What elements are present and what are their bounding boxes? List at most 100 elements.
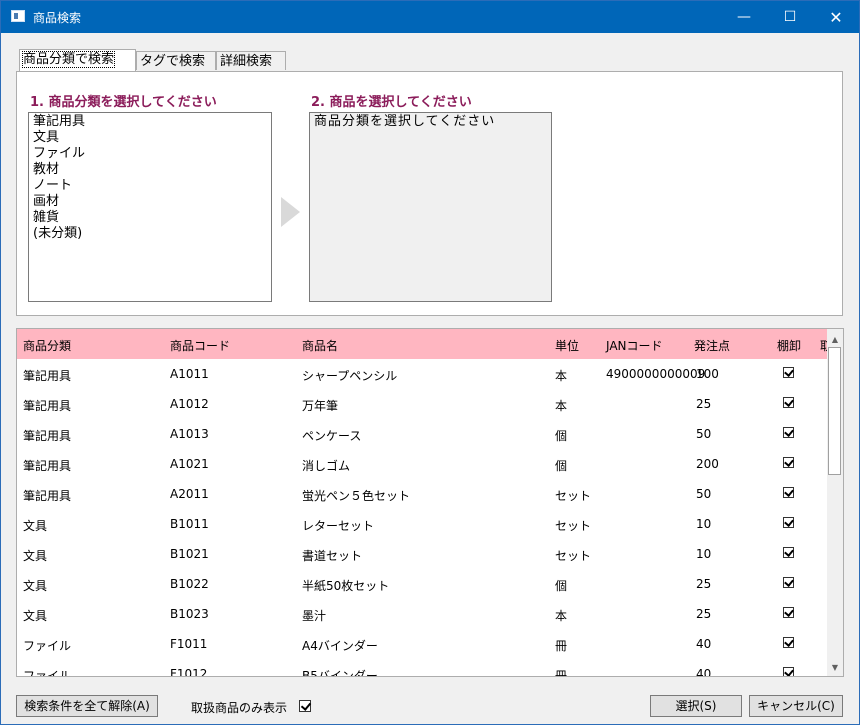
vertical-scrollbar[interactable]: ▲ ▼	[827, 329, 843, 676]
maximize-icon[interactable]: ☐	[767, 1, 813, 33]
cell-jan: 4900000000009	[606, 367, 706, 381]
step1-label: 1. 商品分類を選択してください	[30, 95, 217, 110]
table-row[interactable]: 文具 B1022 半紙50枚セット 個 25	[17, 569, 827, 599]
window-title: 商品検索	[33, 11, 82, 25]
cell-category: 文具	[23, 579, 48, 593]
table-row[interactable]: 筆記用具 A1011 シャープペンシル 本 4900000000009 100	[17, 359, 827, 389]
cell-code: A1013	[170, 427, 209, 441]
table-row[interactable]: 文具 B1011 レターセット セット 10	[17, 509, 827, 539]
column-header-name[interactable]: 商品名	[302, 337, 338, 354]
inventory-checkbox[interactable]	[783, 577, 794, 588]
tab-category-search[interactable]: 商品分類で検索	[19, 49, 136, 71]
table-row[interactable]: ファイル F1012 B5バインダー 冊 40	[17, 659, 827, 677]
cell-category: 文具	[23, 609, 48, 623]
product-listbox[interactable]: 商品分類を選択してください	[309, 112, 552, 302]
cell-code: B1023	[170, 607, 209, 621]
category-item[interactable]: 教材	[33, 162, 267, 178]
inventory-checkbox[interactable]	[783, 397, 794, 408]
cell-category: 筆記用具	[23, 489, 72, 503]
cell-category: 筆記用具	[23, 399, 72, 413]
cell-unit: 冊	[555, 639, 568, 653]
inventory-checkbox[interactable]	[783, 517, 794, 528]
cell-category: 筆記用具	[23, 459, 72, 473]
cell-reorder: 100	[696, 367, 719, 381]
column-header-reorder[interactable]: 発注点	[694, 337, 730, 354]
tab-detail-search[interactable]: 詳細検索	[216, 51, 286, 70]
tab-tag-search[interactable]: タグで検索	[136, 51, 216, 70]
column-header-inventory[interactable]: 棚卸	[777, 337, 801, 354]
cell-category: 筆記用具	[23, 429, 72, 443]
cell-unit: 冊	[555, 669, 568, 677]
cell-code: B1021	[170, 547, 209, 561]
cell-category: 文具	[23, 519, 48, 533]
cell-unit: 本	[555, 369, 568, 383]
grid-header: 商品分類 商品コード 商品名 単位 JANコード 発注点 棚卸 取	[17, 329, 832, 359]
cell-reorder: 40	[696, 637, 712, 651]
table-row[interactable]: 文具 B1021 書道セット セット 10	[17, 539, 827, 569]
cell-unit: セット	[555, 519, 592, 533]
inventory-checkbox[interactable]	[783, 457, 794, 468]
category-item[interactable]: 画材	[33, 194, 267, 210]
table-row[interactable]: ファイル F1011 A4バインダー 冊 40	[17, 629, 827, 659]
cell-category: ファイル	[23, 639, 72, 653]
category-item[interactable]: 雑貨	[33, 210, 267, 226]
inventory-checkbox[interactable]	[783, 607, 794, 618]
category-item[interactable]: ノート	[33, 178, 267, 194]
cell-unit: 個	[555, 459, 568, 473]
product-grid[interactable]: 商品分類 商品コード 商品名 単位 JANコード 発注点 棚卸 取 筆記用具 A1…	[16, 328, 844, 677]
title-bar[interactable]: 商品検索 — ☐ ✕	[1, 1, 859, 33]
arrow-right-icon	[281, 197, 300, 227]
table-row[interactable]: 筆記用具 A1012 万年筆 本 25	[17, 389, 827, 419]
category-item[interactable]: (未分類)	[33, 226, 267, 242]
category-item[interactable]: 筆記用具	[33, 114, 267, 130]
cell-unit: 本	[555, 609, 568, 623]
select-button[interactable]: 選択(S)	[650, 695, 742, 717]
category-search-panel: 1. 商品分類を選択してください 2. 商品を選択してください 筆記用具 文具 …	[16, 71, 843, 316]
cell-name: シャープペンシル	[302, 369, 398, 383]
close-icon[interactable]: ✕	[813, 1, 859, 33]
category-listbox[interactable]: 筆記用具 文具 ファイル 教材 ノート 画材 雑貨 (未分類)	[28, 112, 272, 302]
cell-code: A1011	[170, 367, 209, 381]
cell-reorder: 50	[696, 427, 712, 441]
app-window-icon	[11, 10, 25, 22]
cell-category: ファイル	[23, 669, 72, 677]
scroll-down-icon[interactable]: ▼	[827, 659, 843, 675]
inventory-checkbox[interactable]	[783, 427, 794, 438]
cell-name: 半紙50枚セット	[302, 579, 390, 593]
category-item[interactable]: 文具	[33, 130, 267, 146]
cell-category: 文具	[23, 549, 48, 563]
cancel-button[interactable]: キャンセル(C)	[749, 695, 843, 717]
minimize-icon[interactable]: —	[721, 1, 767, 33]
inventory-checkbox[interactable]	[783, 637, 794, 648]
cell-unit: セット	[555, 489, 592, 503]
cell-reorder: 40	[696, 667, 712, 677]
handled-only-checkbox[interactable]	[299, 700, 311, 712]
inventory-checkbox[interactable]	[783, 367, 794, 378]
cell-code: F1011	[170, 637, 208, 651]
scroll-up-icon[interactable]: ▲	[827, 331, 843, 347]
column-header-unit[interactable]: 単位	[555, 337, 579, 354]
cell-name: 消しゴム	[302, 459, 351, 473]
table-row[interactable]: 文具 B1023 墨汁 本 25	[17, 599, 827, 629]
cell-category: 筆記用具	[23, 369, 72, 383]
product-search-window: 商品検索 — ☐ ✕ 商品分類で検索 タグで検索 詳細検索 1. 商品分類を選択…	[0, 0, 860, 725]
column-header-category[interactable]: 商品分類	[23, 337, 71, 354]
column-header-jan[interactable]: JANコード	[606, 337, 663, 354]
tab-label: 商品分類で検索	[21, 51, 116, 68]
inventory-checkbox[interactable]	[783, 547, 794, 558]
scroll-thumb[interactable]	[828, 347, 841, 475]
product-placeholder: 商品分類を選択してください	[314, 114, 496, 129]
column-header-code[interactable]: 商品コード	[170, 337, 230, 354]
inventory-checkbox[interactable]	[783, 487, 794, 498]
cell-reorder: 25	[696, 397, 712, 411]
cell-name: ペンケース	[302, 429, 362, 443]
cell-reorder: 25	[696, 607, 712, 621]
cell-name: レターセット	[302, 519, 375, 533]
table-row[interactable]: 筆記用具 A2011 蛍光ペン５色セット セット 50	[17, 479, 827, 509]
category-item[interactable]: ファイル	[33, 146, 267, 162]
clear-conditions-button[interactable]: 検索条件を全て解除(A)	[16, 695, 158, 717]
table-row[interactable]: 筆記用具 A1021 消しゴム 個 200	[17, 449, 827, 479]
inventory-checkbox[interactable]	[783, 667, 794, 676]
table-row[interactable]: 筆記用具 A1013 ペンケース 個 50	[17, 419, 827, 449]
tab-label: タグで検索	[140, 54, 206, 69]
